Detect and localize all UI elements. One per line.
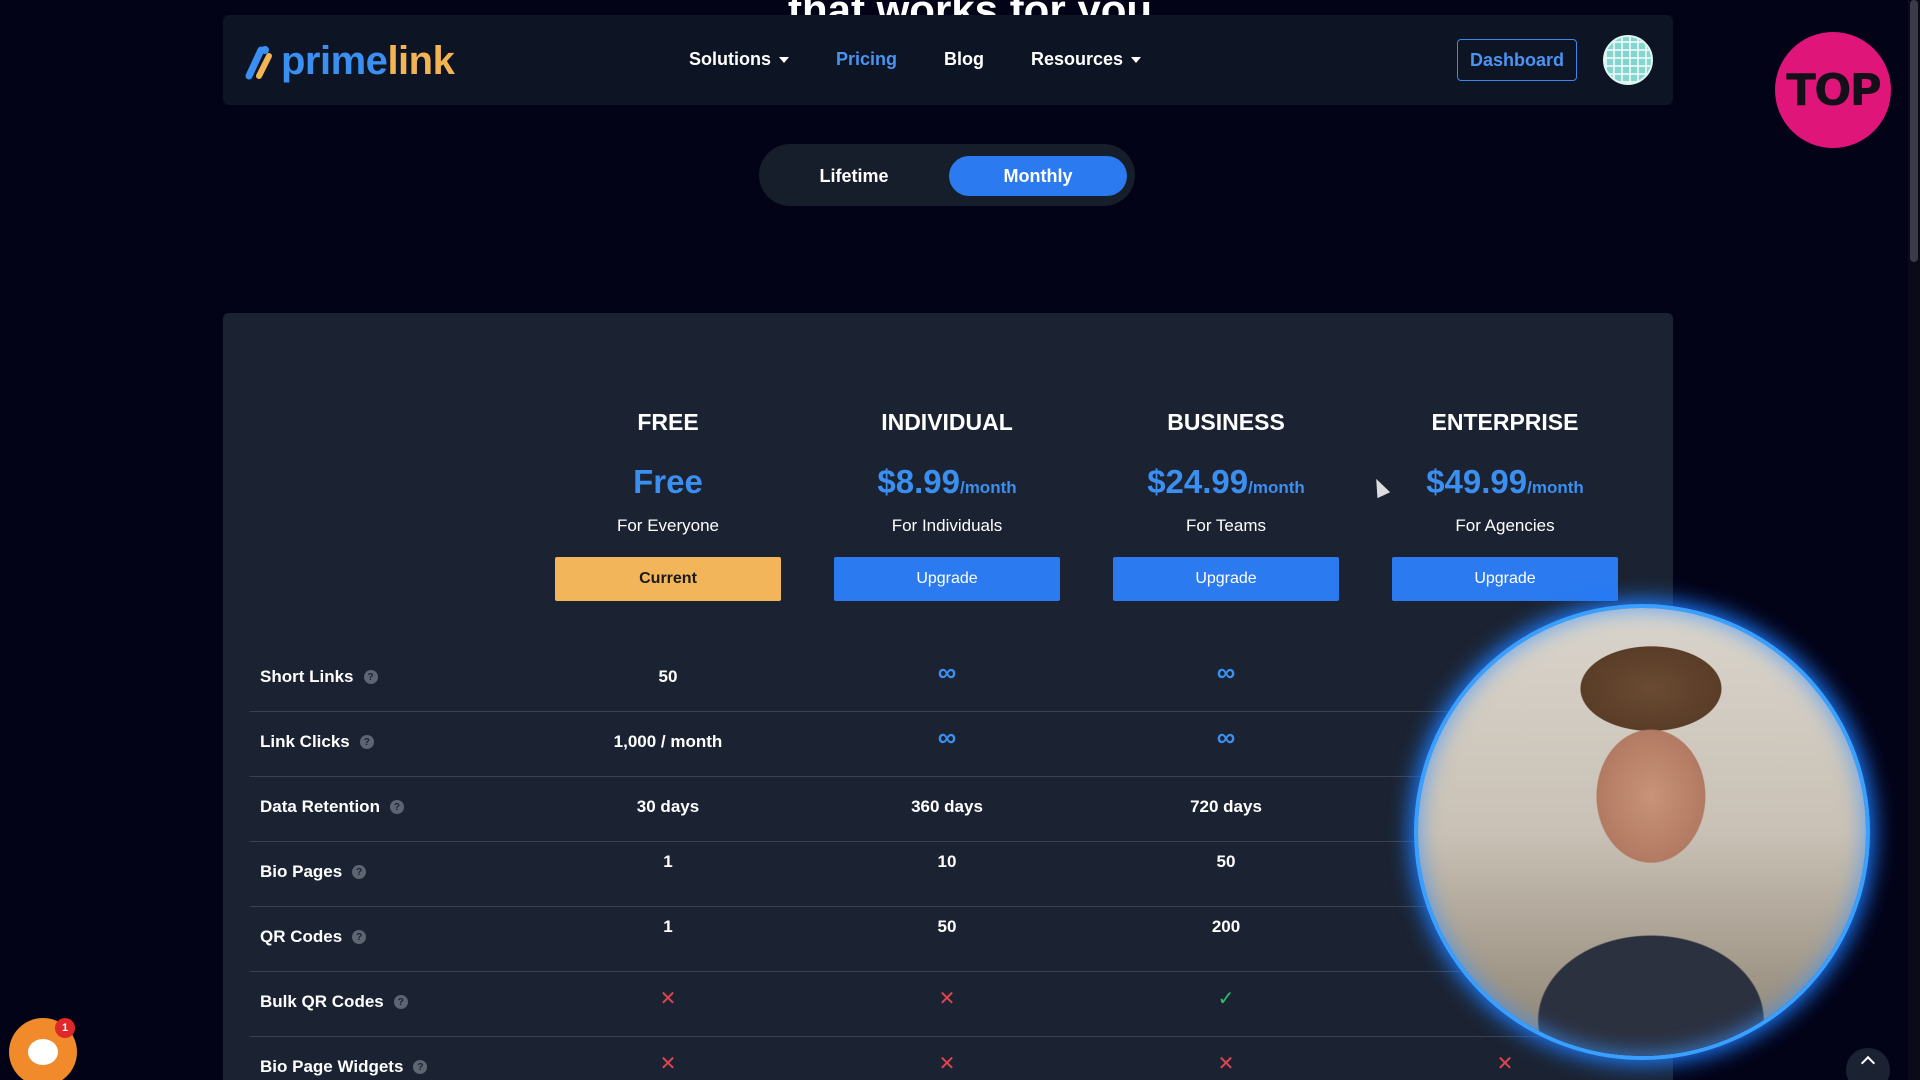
cross-icon: ✕	[659, 988, 677, 1010]
feature-value: 1	[663, 852, 673, 871]
feature-label-text: Short Links	[260, 667, 354, 686]
feature-row: Short Links? 50 ∞ ∞	[250, 647, 1646, 712]
feature-label: Bio Page Widgets?	[260, 1057, 428, 1077]
nav-pricing[interactable]: Pricing	[836, 49, 897, 70]
top-channel-logo: TOP	[1775, 32, 1891, 148]
nav-blog-label: Blog	[944, 49, 985, 69]
plan-free: FREE Free For Everyone Current	[555, 409, 781, 601]
feature-value: 1,000 / month	[613, 732, 723, 751]
feature-label-text: Bio Page Widgets	[260, 1057, 404, 1076]
infinity-icon: ∞	[937, 722, 957, 752]
feature-label-text: Bulk QR Codes	[260, 992, 384, 1011]
feature-row: Bulk QR Codes? ✕ ✕ ✓	[250, 972, 1646, 1037]
toggle-lifetime[interactable]: Lifetime	[779, 156, 929, 196]
cross-icon: ✕	[938, 988, 956, 1010]
cross-icon: ✕	[1496, 1053, 1514, 1075]
logo-prime-text: prime	[281, 39, 388, 83]
feature-value: 50	[658, 667, 678, 686]
upgrade-individual-button[interactable]: Upgrade	[834, 557, 1060, 601]
plan-description: For Teams	[1186, 516, 1266, 535]
cross-icon: ✕	[1217, 1053, 1235, 1075]
nav-resources-label: Resources	[1031, 49, 1124, 69]
chat-bubble-icon	[28, 1039, 58, 1065]
infinity-icon: ∞	[1216, 657, 1236, 687]
nav-solutions[interactable]: Solutions	[689, 49, 789, 70]
caret-down-icon	[1131, 56, 1142, 63]
check-icon: ✓	[1217, 988, 1235, 1010]
feature-label: Link Clicks?	[260, 732, 374, 752]
plan-description: For Individuals	[891, 516, 1003, 535]
plan-enterprise: ENTERPRISE $49.99/month For Agencies Upg…	[1392, 409, 1618, 601]
feature-value: 1	[663, 917, 673, 936]
upgrade-enterprise-button[interactable]: Upgrade	[1392, 557, 1618, 601]
help-icon[interactable]: ?	[413, 1060, 428, 1074]
help-icon[interactable]: ?	[352, 930, 367, 944]
nav-blog[interactable]: Blog	[944, 49, 984, 70]
plan-name: BUSINESS	[1167, 409, 1285, 435]
navbar: primelink Solutions Pricing Blog Resourc…	[223, 15, 1673, 105]
feature-label-text: QR Codes	[260, 927, 343, 946]
feature-label: Bulk QR Codes?	[260, 992, 408, 1012]
chain-link-icon	[245, 45, 272, 79]
feature-value: 10	[937, 852, 957, 871]
feature-row: Bio Page Widgets? ✕ ✕ ✕ ✕	[250, 1037, 1646, 1080]
plan-individual: INDIVIDUAL $8.99/month For Individuals U…	[834, 409, 1060, 601]
chevron-up-icon	[1860, 1055, 1876, 1071]
feature-label-text: Link Clicks	[260, 732, 350, 751]
plan-price: $49.99/month	[1426, 463, 1584, 500]
user-avatar[interactable]	[1603, 35, 1653, 85]
help-icon[interactable]: ?	[389, 800, 404, 814]
feature-label-text: Bio Pages	[260, 862, 343, 881]
feature-label: Short Links?	[260, 667, 378, 687]
feature-value: 200	[1211, 917, 1241, 936]
dashboard-button[interactable]: Dashboard	[1457, 39, 1577, 81]
plan-business: BUSINESS $24.99/month For Teams Upgrade	[1113, 409, 1339, 601]
chat-notification-badge: 1	[55, 1018, 75, 1038]
upgrade-business-button[interactable]: Upgrade	[1113, 557, 1339, 601]
billing-toggle: Lifetime Monthly	[759, 144, 1135, 206]
feature-label: Bio Pages?	[260, 862, 367, 882]
plan-description: For Agencies	[1455, 516, 1555, 535]
plan-price: Free	[633, 463, 703, 500]
help-icon[interactable]: ?	[352, 865, 367, 879]
feature-value: 720 days	[1190, 797, 1262, 816]
cross-icon: ✕	[659, 1053, 677, 1075]
feature-label: QR Codes?	[260, 927, 367, 947]
plan-name: ENTERPRISE	[1431, 409, 1579, 435]
feature-value: 360 days	[911, 797, 983, 816]
plan-price: $8.99/month	[877, 463, 1017, 500]
caret-down-icon	[779, 56, 789, 63]
plan-name: FREE	[637, 409, 699, 435]
primelink-logo[interactable]: primelink	[239, 39, 455, 84]
pricing-table: FREE Free For Everyone Current INDIVIDUA…	[223, 313, 1673, 1080]
logo-link-text: link	[387, 39, 455, 83]
plan-description: For Everyone	[616, 516, 720, 535]
current-plan-button[interactable]: Current	[555, 557, 781, 601]
infinity-icon: ∞	[1216, 722, 1236, 752]
feature-value: 50	[1216, 852, 1236, 871]
help-icon[interactable]: ?	[363, 670, 378, 684]
cross-icon: ✕	[938, 1053, 956, 1075]
feature-value: 50	[937, 917, 957, 936]
back-to-top-button[interactable]	[1846, 1048, 1890, 1080]
infinity-icon: ∞	[937, 657, 957, 687]
toggle-monthly[interactable]: Monthly	[949, 156, 1127, 196]
nav-links: Solutions Pricing Blog Resources	[689, 49, 1142, 70]
plan-price: $24.99/month	[1147, 463, 1305, 500]
scrollbar-thumb[interactable]	[1910, 0, 1918, 262]
plan-name: INDIVIDUAL	[881, 409, 1013, 435]
feature-label: Data Retention?	[260, 797, 404, 817]
help-icon[interactable]: ?	[359, 735, 374, 749]
webcam-overlay	[1418, 608, 1866, 1056]
nav-solutions-label: Solutions	[689, 49, 771, 69]
help-icon[interactable]: ?	[393, 995, 408, 1009]
nav-resources[interactable]: Resources	[1031, 49, 1142, 70]
feature-label-text: Data Retention	[260, 797, 380, 816]
feature-value: 30 days	[636, 797, 700, 816]
nav-pricing-label: Pricing	[836, 49, 898, 69]
